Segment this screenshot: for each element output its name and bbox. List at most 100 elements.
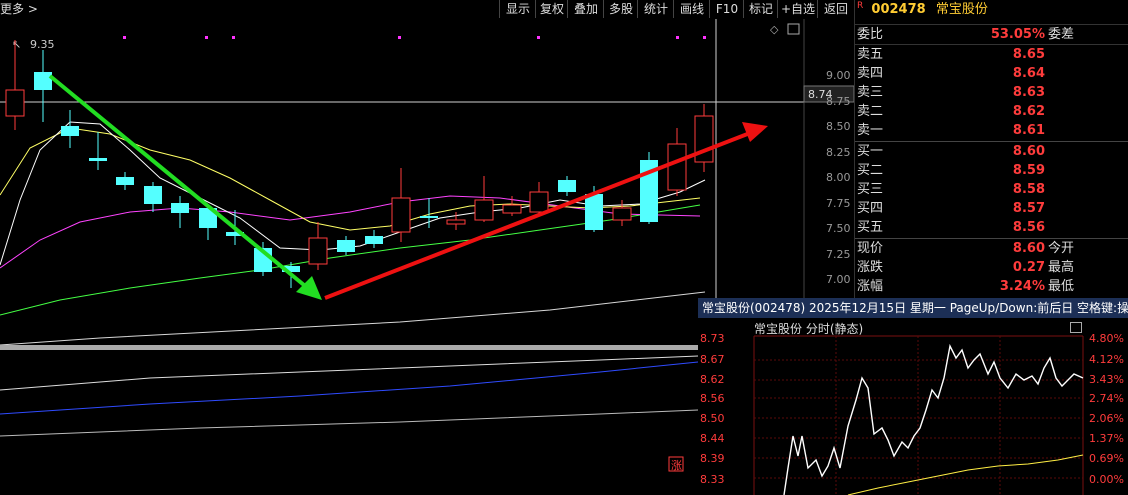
candle-down xyxy=(144,186,162,204)
buy-3-row: 买三 8.58 xyxy=(857,182,1045,197)
buy-1-price: 8.60 xyxy=(1012,144,1045,159)
intraday-price-axis-label: 8.39 xyxy=(700,452,725,465)
quote-header: R 002478 常宝股份 xyxy=(857,0,988,20)
buy-5-row: 买五 8.56 xyxy=(857,220,1045,235)
stock-code: 002478 xyxy=(871,2,926,17)
candle-down xyxy=(89,158,107,161)
toolbar-overlay-button[interactable]: 叠加 xyxy=(567,0,604,18)
candle-up xyxy=(391,197,411,233)
candle-down xyxy=(420,216,438,218)
avg-price-line xyxy=(847,454,1084,495)
sell-3-price: 8.63 xyxy=(1012,85,1045,100)
weibi-row: 委比 53.05% 委差 xyxy=(855,24,1128,45)
candle-down xyxy=(34,72,52,90)
intraday-pct-axis-label: 2.74% xyxy=(1089,392,1124,405)
sell-2-price: 8.62 xyxy=(1012,104,1045,119)
intraday-price-axis-label: 8.73 xyxy=(700,332,725,345)
sell-2-row: 卖二 8.62 xyxy=(857,104,1045,119)
candle-up xyxy=(612,207,632,221)
price-axis-label: 7.25 xyxy=(826,248,851,261)
price-axis-label: 8.25 xyxy=(826,146,851,159)
intraday-price-axis-label: 8.33 xyxy=(700,473,725,486)
buy-1-row: 买一 8.60 xyxy=(857,144,1045,159)
toolbar-stats-button[interactable]: 统计 xyxy=(637,0,674,18)
candle-up xyxy=(474,199,494,221)
toolbar-display-button[interactable]: 显示 xyxy=(499,0,536,18)
current-price-row: 现价 8.60 今开 xyxy=(857,241,1075,256)
sell-5-row: 卖五 8.65 xyxy=(857,47,1045,62)
toolbar-draw-button[interactable]: 画线 xyxy=(673,0,710,18)
change-pct-row: 涨幅 3.24% 最低 xyxy=(857,279,1075,294)
intraday-popup[interactable]: 常宝股份(002478) 2025年12月15日 星期一 PageUp/Down… xyxy=(698,298,1128,495)
quote-panel: R 002478 常宝股份 委比 53.05% 委差 卖五 8.65 卖四 8.64… xyxy=(854,0,1128,298)
current-price: 8.60 xyxy=(1012,241,1045,256)
price-axis-label: 7.00 xyxy=(826,273,851,286)
candle-down xyxy=(171,203,189,213)
red-arrowhead xyxy=(742,122,768,142)
sell-3-row: 卖三 8.63 xyxy=(857,85,1045,100)
weibi-value: 53.05% xyxy=(990,27,1045,42)
price-axis-label: 8.50 xyxy=(826,120,851,133)
rzrq-badge: R xyxy=(857,1,864,11)
change-pct: 3.24% xyxy=(999,279,1045,294)
intraday-pct-axis-label: 2.06% xyxy=(1089,412,1124,425)
intraday-pct-axis-label: 0.69% xyxy=(1089,452,1124,465)
intraday-pct-axis-label: 0.00% xyxy=(1089,473,1124,486)
candlesticks xyxy=(5,40,714,288)
candle-down xyxy=(61,126,79,136)
intraday-price-axis-label: 8.62 xyxy=(700,373,725,386)
toolbar-add-watchlist-button[interactable]: +自选 xyxy=(777,0,818,18)
sell-5-price: 8.65 xyxy=(1012,47,1045,62)
candle-down xyxy=(558,180,576,192)
sell-1-price: 8.61 xyxy=(1012,123,1045,138)
candle-up xyxy=(502,204,522,214)
intraday-pct-axis-label: 4.80% xyxy=(1089,332,1124,345)
window-toggle-icon[interactable] xyxy=(787,23,800,35)
price-line xyxy=(783,343,1084,495)
more-button[interactable]: 更多 > xyxy=(0,0,38,18)
signal-markers xyxy=(123,36,706,39)
sell-4-row: 卖四 8.64 xyxy=(857,66,1045,81)
intraday-chart[interactable] xyxy=(698,318,1128,495)
candle-down xyxy=(337,240,355,252)
high-price-label: 9.35 xyxy=(30,38,55,51)
change-row: 涨跌 0.27 最高 xyxy=(857,260,1075,275)
toolbar-f10-button[interactable]: F10 xyxy=(709,0,744,18)
indicator-line-grey xyxy=(0,409,699,437)
buy-4-row: 买四 8.57 xyxy=(857,201,1045,216)
intraday-pct-axis-label: 4.12% xyxy=(1089,353,1124,366)
weibi-label: 委比 xyxy=(857,27,884,42)
intraday-pct-axis-label: 1.37% xyxy=(1089,432,1124,445)
intraday-price-axis-label: 8.50 xyxy=(700,412,725,425)
price-axis-label: 8.00 xyxy=(826,171,851,184)
candle-up xyxy=(5,89,25,117)
price-axis-label: 8.75 xyxy=(826,95,851,108)
intraday-pct-axis-label: 3.43% xyxy=(1089,373,1124,386)
green-down-arrow xyxy=(48,74,312,292)
sell-1-row: 卖一 8.61 xyxy=(857,123,1045,138)
buy-2-price: 8.59 xyxy=(1012,163,1045,178)
popup-title-bar[interactable]: 常宝股份(002478) 2025年12月15日 星期一 PageUp/Down… xyxy=(698,298,1128,318)
candle-up xyxy=(529,191,549,213)
sell-4-price: 8.64 xyxy=(1012,66,1045,81)
candle-up xyxy=(308,237,328,265)
buy-4-price: 8.57 xyxy=(1012,201,1045,216)
buy-3-price: 8.58 xyxy=(1012,182,1045,197)
candle-down xyxy=(585,194,603,230)
toolbar-mark-button[interactable]: 标记 xyxy=(743,0,778,18)
candle-down xyxy=(116,177,134,185)
toolbar-multi-stock-button[interactable]: 多股 xyxy=(603,0,638,18)
long-ma-line xyxy=(0,291,706,346)
candle-down xyxy=(365,236,383,244)
zhang-badge-label: 涨 xyxy=(671,459,682,472)
pane-divider xyxy=(0,345,698,350)
toolbar-back-button[interactable]: 返回 xyxy=(817,0,854,18)
intraday-price-axis-label: 8.67 xyxy=(700,353,725,366)
high-price-marker: ↖ xyxy=(12,38,21,51)
price-axis-label: 7.75 xyxy=(826,197,851,210)
diamond-icon[interactable]: ◇ xyxy=(770,23,779,36)
intraday-price-axis-label: 8.44 xyxy=(700,432,725,445)
buy-5-price: 8.56 xyxy=(1012,220,1045,235)
buy-2-row: 买二 8.59 xyxy=(857,163,1045,178)
toolbar-adjust-button[interactable]: 复权 xyxy=(535,0,568,18)
